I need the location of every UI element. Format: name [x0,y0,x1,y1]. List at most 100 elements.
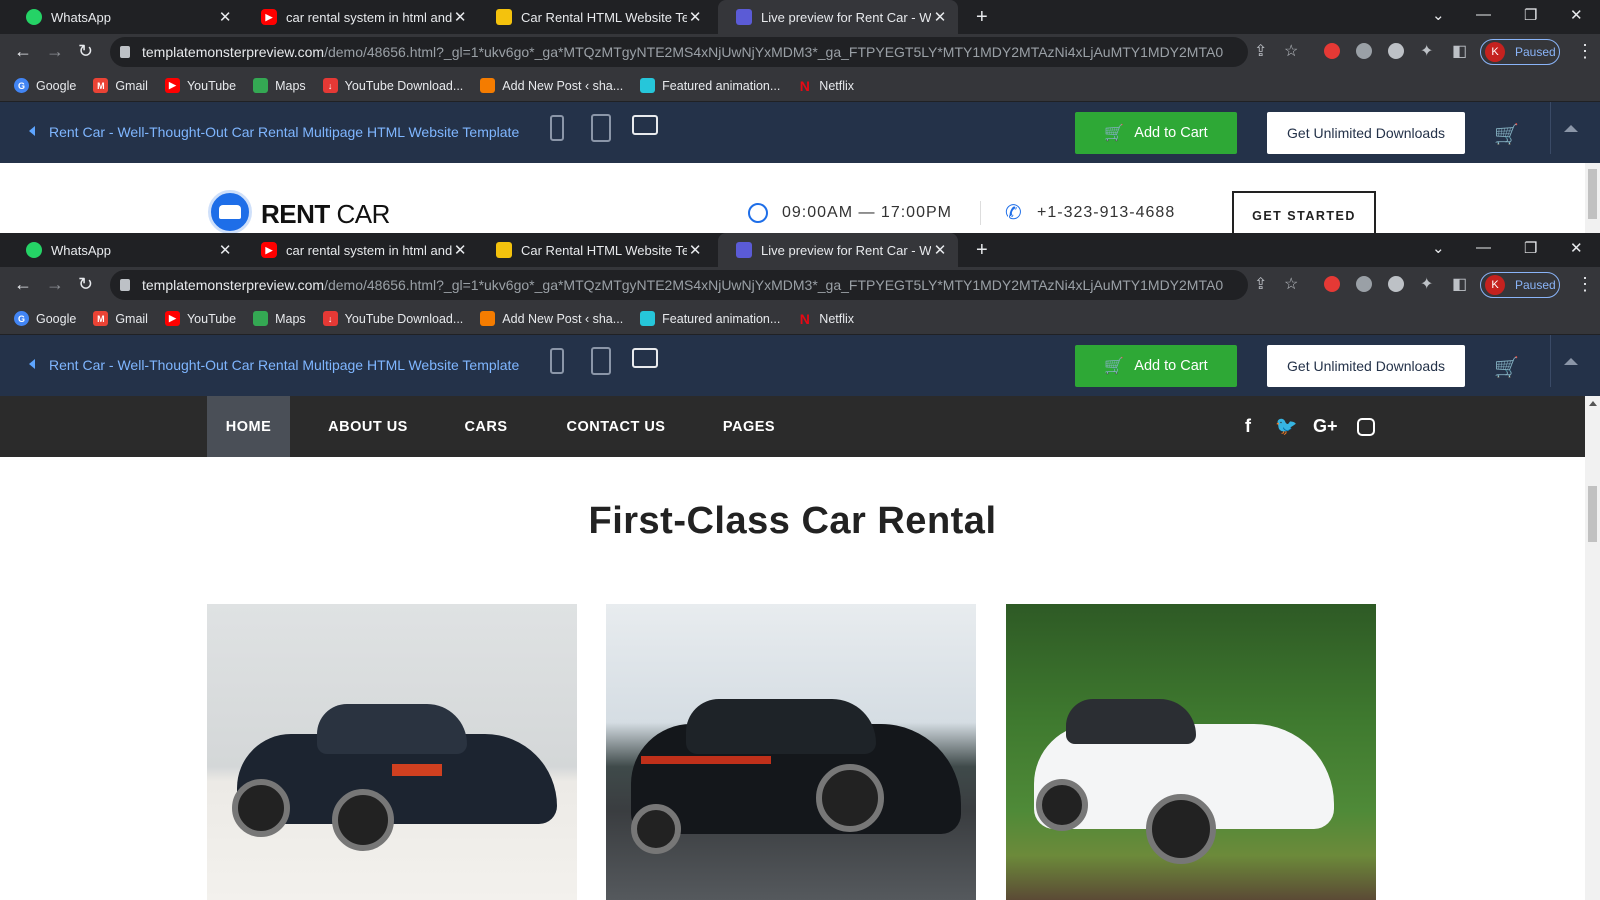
add-to-cart-button[interactable]: 🛒 Add to Cart [1075,112,1237,154]
extension-adblock-icon[interactable] [1324,276,1340,292]
scroll-up-icon[interactable] [1589,401,1597,406]
tab-youtube[interactable]: ▶ car rental system in html and css ✕ [243,233,478,267]
add-to-cart-button[interactable]: 🛒 Add to Cart [1075,345,1237,387]
window-close-icon[interactable]: ✕ [1570,239,1583,257]
menu-icon[interactable]: ⋮ [1576,274,1594,295]
desktop-view-icon[interactable] [632,348,658,368]
google-plus-icon[interactable]: G+ [1313,416,1338,437]
bookmark-featured-animation[interactable]: Featured animation... [640,78,780,93]
bookmark-netflix[interactable]: N Netflix [797,311,854,327]
tab-search-icon[interactable]: ⌄ [1432,239,1445,257]
nav-contact-us[interactable]: CONTACT US [550,396,682,457]
bookmark-star-icon[interactable]: ☆ [1284,41,1298,61]
car-card[interactable] [207,604,577,900]
minimize-icon[interactable]: — [1476,239,1491,256]
reload-icon[interactable]: ↻ [78,41,93,62]
tab-live-preview[interactable]: Live preview for Rent Car - Well-T ✕ [718,233,958,267]
mobile-view-icon[interactable] [550,115,564,141]
bookmark-google[interactable]: G Google [14,311,76,326]
profile-button[interactable]: K Paused [1480,39,1560,65]
nav-about-us[interactable]: ABOUT US [310,396,426,457]
collapse-toolbar-button[interactable] [1550,335,1590,387]
bookmark-gmail[interactable]: M Gmail [93,78,148,93]
omnibox[interactable]: templatemonsterpreview.com /demo/48656.h… [110,270,1248,300]
nav-cars[interactable]: CARS [450,396,522,457]
scrollbar[interactable] [1585,163,1600,233]
site-logo[interactable]: RENT CAR [261,199,390,230]
back-arrow-icon[interactable] [29,359,35,369]
cart-icon[interactable]: 🛒 [1494,355,1519,380]
collapse-toolbar-button[interactable] [1550,102,1590,154]
unlimited-downloads-button[interactable]: Get Unlimited Downloads [1267,345,1465,387]
unlimited-downloads-button[interactable]: Get Unlimited Downloads [1267,112,1465,154]
close-icon[interactable]: ✕ [452,8,468,26]
window-close-icon[interactable]: ✕ [1570,6,1583,24]
close-icon[interactable]: ✕ [687,241,703,259]
extensions-puzzle-icon[interactable]: ✦ [1420,274,1433,294]
nav-pages[interactable]: PAGES [706,396,792,457]
bookmark-youtube[interactable]: ▶ YouTube [164,311,236,326]
menu-icon[interactable]: ⋮ [1576,41,1594,62]
bookmark-star-icon[interactable]: ☆ [1284,274,1298,294]
bookmark-youtube-download[interactable]: ↓ YouTube Download... [322,311,463,326]
car-card[interactable] [606,604,976,900]
close-icon[interactable]: ✕ [687,8,703,26]
back-icon[interactable]: ← [14,274,32,295]
scrollbar[interactable] [1585,396,1600,900]
twitter-icon[interactable]: 🐦 [1275,416,1297,437]
instagram-icon[interactable] [1357,418,1375,436]
restore-icon[interactable]: ❐ [1524,6,1537,24]
back-icon[interactable]: ← [14,41,32,62]
tab-templatemonster[interactable]: Car Rental HTML Website Template ✕ [478,233,713,267]
extension-cloud-icon[interactable] [1388,43,1404,59]
close-icon[interactable]: ✕ [217,241,233,259]
tab-youtube[interactable]: ▶ car rental system in html and css ✕ [243,0,478,34]
bookmark-youtube-download[interactable]: ↓ YouTube Download... [322,78,463,93]
close-icon[interactable]: ✕ [217,8,233,26]
share-icon[interactable]: ⇪ [1254,274,1267,294]
side-panel-icon[interactable]: ◧ [1452,41,1467,61]
bookmark-add-new-post[interactable]: Add New Post ‹ sha... [480,78,623,93]
tab-whatsapp[interactable]: WhatsApp ✕ [8,0,243,34]
tab-live-preview[interactable]: Live preview for Rent Car - Well-T ✕ [718,0,958,34]
bookmark-gmail[interactable]: M Gmail [93,311,148,326]
bookmark-netflix[interactable]: N Netflix [797,78,854,94]
extension-globe-icon[interactable] [1356,43,1372,59]
minimize-icon[interactable]: — [1476,6,1491,23]
mobile-view-icon[interactable] [550,348,564,374]
omnibox[interactable]: templatemonsterpreview.com /demo/48656.h… [110,37,1248,67]
new-tab-icon[interactable]: + [976,6,988,29]
bookmark-add-new-post[interactable]: Add New Post ‹ sha... [480,311,623,326]
tab-whatsapp[interactable]: WhatsApp ✕ [8,233,243,267]
share-icon[interactable]: ⇪ [1254,41,1267,61]
bookmark-maps[interactable]: Maps [253,311,306,326]
close-icon[interactable]: ✕ [932,8,948,26]
new-tab-icon[interactable]: + [976,239,988,262]
back-arrow-icon[interactable] [29,126,35,136]
extension-cloud-icon[interactable] [1388,276,1404,292]
close-icon[interactable]: ✕ [452,241,468,259]
extensions-puzzle-icon[interactable]: ✦ [1420,41,1433,61]
tablet-view-icon[interactable] [591,347,611,375]
car-card[interactable] [1006,604,1376,900]
reload-icon[interactable]: ↻ [78,274,93,295]
template-title-link[interactable]: Rent Car - Well-Thought-Out Car Rental M… [49,124,519,140]
desktop-view-icon[interactable] [632,115,658,135]
nav-home[interactable]: HOME [207,396,290,457]
tab-templatemonster[interactable]: Car Rental HTML Website Template ✕ [478,0,713,34]
cart-icon[interactable]: 🛒 [1494,122,1519,147]
get-started-button[interactable]: GET STARTED [1232,191,1376,233]
bookmark-featured-animation[interactable]: Featured animation... [640,311,780,326]
forward-icon[interactable]: → [46,41,64,62]
logo-car-icon[interactable] [208,190,252,233]
template-title-link[interactable]: Rent Car - Well-Thought-Out Car Rental M… [49,357,519,373]
bookmark-youtube[interactable]: ▶ YouTube [164,78,236,93]
phone-number[interactable]: +1-323-913-4688 [1037,204,1175,222]
tab-search-icon[interactable]: ⌄ [1432,6,1445,24]
forward-icon[interactable]: → [46,274,64,295]
extension-adblock-icon[interactable] [1324,43,1340,59]
restore-icon[interactable]: ❐ [1524,239,1537,257]
bookmark-google[interactable]: G Google [14,78,76,93]
close-icon[interactable]: ✕ [932,241,948,259]
side-panel-icon[interactable]: ◧ [1452,274,1467,294]
